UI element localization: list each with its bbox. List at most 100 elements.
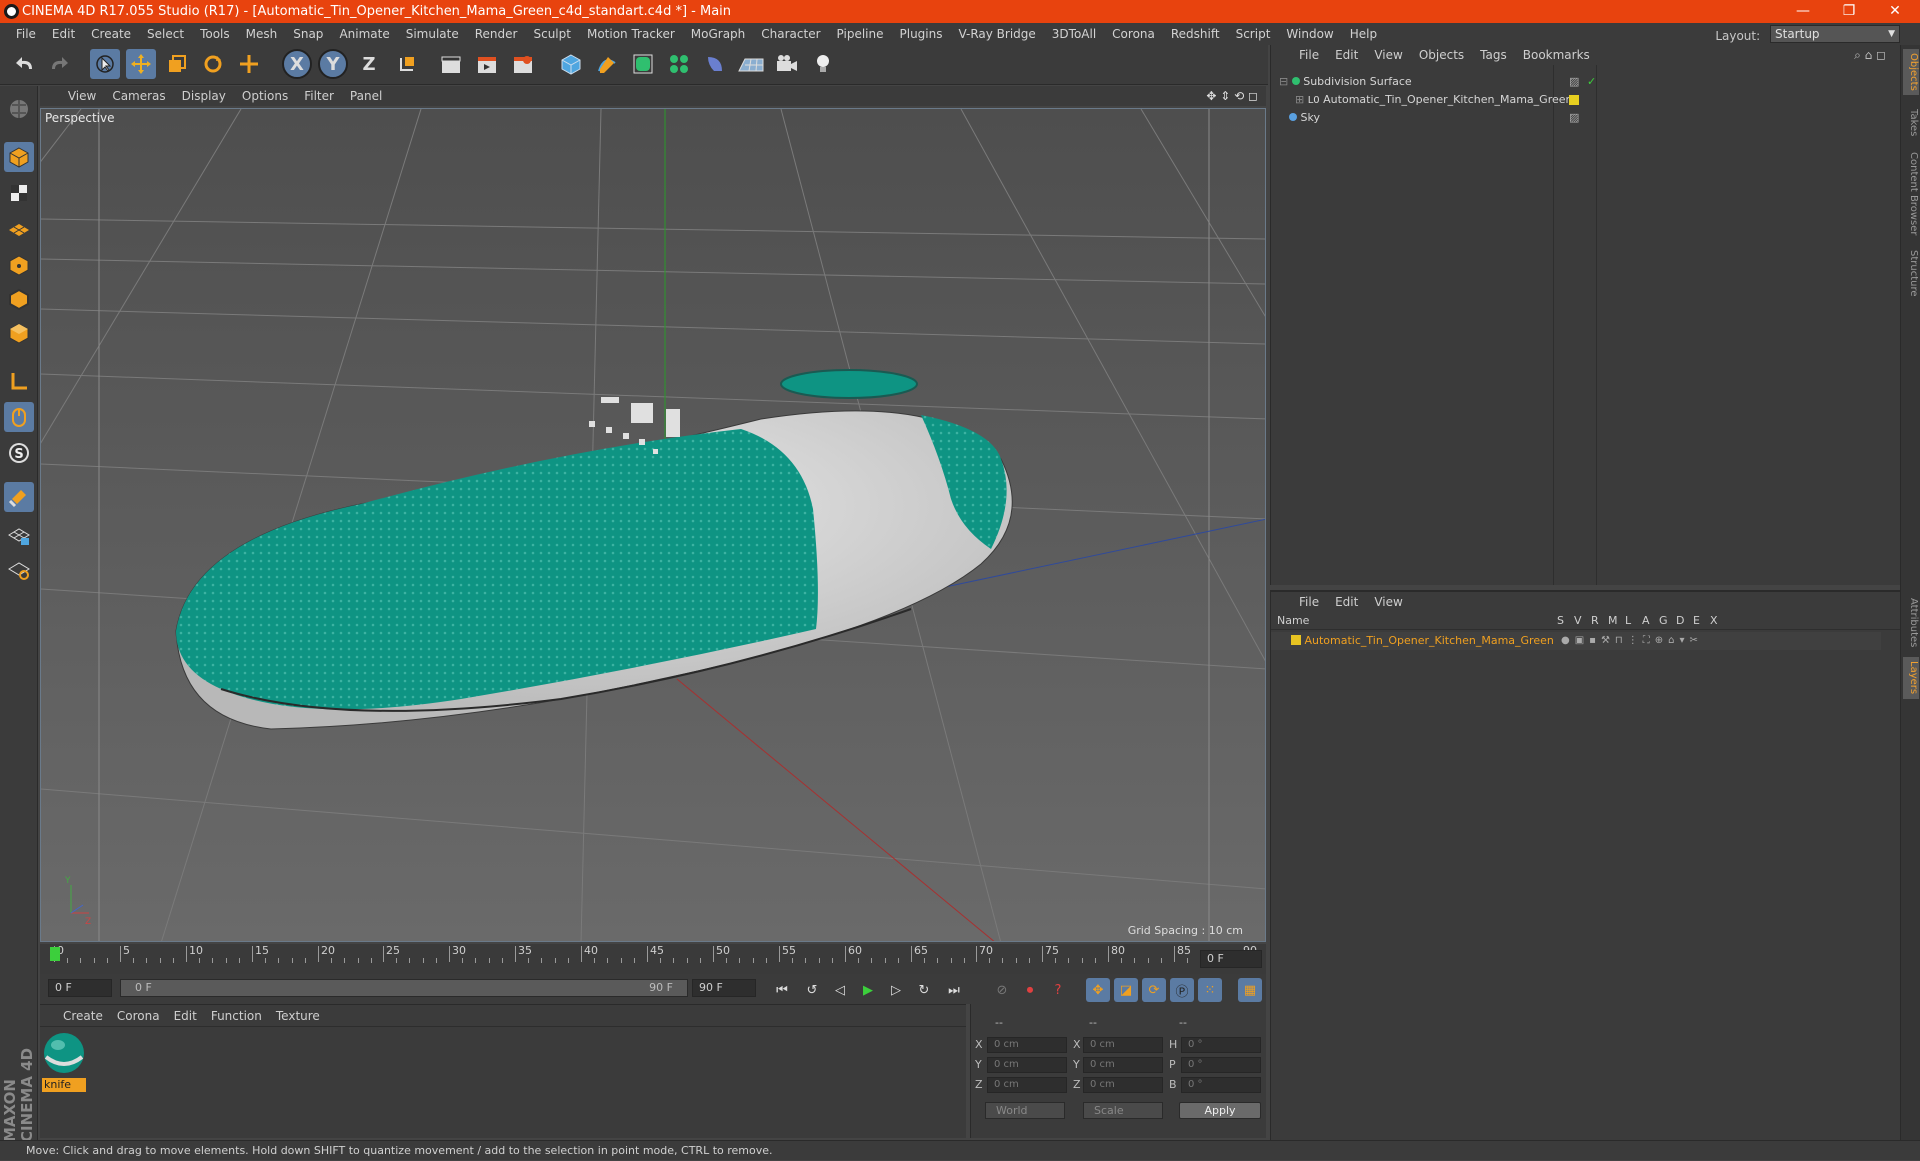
material-menu-edit[interactable]: Edit — [167, 1005, 204, 1027]
menu-character[interactable]: Character — [753, 23, 828, 45]
col-render[interactable]: R — [1591, 614, 1599, 627]
layout-dropdown[interactable]: Startup ▼ — [1770, 25, 1900, 43]
playhead-marker[interactable] — [50, 947, 60, 961]
start-frame-field[interactable]: 0 F — [48, 979, 112, 997]
redo-button[interactable] — [44, 49, 74, 79]
axis-x-toggle[interactable]: X — [282, 49, 312, 79]
axis-z-toggle[interactable]: Z — [354, 49, 384, 79]
move-tool-button[interactable] — [126, 49, 156, 79]
viewport-menu-options[interactable]: Options — [234, 86, 296, 106]
locked-workplane-button[interactable] — [4, 520, 34, 550]
keyframe-selection-button[interactable]: ? — [1046, 978, 1070, 1002]
add-deformer-button[interactable] — [700, 49, 730, 79]
col-manager[interactable]: M — [1608, 614, 1618, 627]
layer-row[interactable]: Automatic_Tin_Opener_Kitchen_Mama_Green … — [1271, 632, 1881, 650]
end-frame-field[interactable]: 90 F — [692, 979, 756, 997]
add-mograph-button[interactable] — [664, 49, 694, 79]
key-position-button[interactable]: ✥ — [1086, 978, 1110, 1002]
rotate-tool-button[interactable] — [198, 49, 228, 79]
size-z-field[interactable]: 0 cm — [1083, 1077, 1163, 1093]
viewport-menu-filter[interactable]: Filter — [296, 86, 342, 106]
col-deformers[interactable]: D — [1676, 614, 1684, 627]
col-solo[interactable]: S — [1557, 614, 1564, 627]
add-environment-button[interactable] — [736, 49, 766, 79]
search-icon[interactable]: ⌕ ⌂ ◻ — [1854, 45, 1886, 65]
menu-render[interactable]: Render — [467, 23, 526, 45]
size-y-field[interactable]: 0 cm — [1083, 1057, 1163, 1073]
perspective-viewport[interactable]: Y Z Perspective Grid Spacing : 10 cm — [40, 108, 1266, 942]
menu-plugins[interactable]: Plugins — [892, 23, 951, 45]
layers-menu-file[interactable]: File — [1291, 592, 1327, 612]
menu-mograph[interactable]: MoGraph — [683, 23, 754, 45]
material-swatch[interactable]: knife — [42, 1031, 86, 1092]
add-nurbs-button[interactable] — [628, 49, 658, 79]
coordinate-system-button[interactable] — [392, 49, 422, 79]
col-animation[interactable]: A — [1642, 614, 1650, 627]
layer-color-swatch[interactable] — [1291, 635, 1301, 645]
rot-h-field[interactable]: 0 ° — [1181, 1037, 1261, 1053]
frame-range-slider[interactable]: 0 F 90 F — [120, 979, 688, 997]
key-pla-button[interactable]: ⁙ — [1198, 978, 1222, 1002]
add-cube-button[interactable] — [556, 49, 586, 79]
render-picture-viewer-button[interactable] — [472, 49, 502, 79]
viewport-menu-cameras[interactable]: Cameras — [104, 86, 173, 106]
rot-b-field[interactable]: 0 ° — [1181, 1077, 1261, 1093]
play-button[interactable]: ▶ — [856, 978, 880, 1002]
previous-key-button[interactable]: ↺ — [800, 978, 824, 1002]
points-mode-button[interactable] — [4, 250, 34, 280]
col-expressions[interactable]: E — [1693, 614, 1700, 627]
menu-window[interactable]: Window — [1278, 23, 1341, 45]
menu-edit[interactable]: Edit — [44, 23, 83, 45]
scale-tool-button[interactable] — [162, 49, 192, 79]
pos-y-field[interactable]: 0 cm — [987, 1057, 1067, 1073]
tweak-mode-button[interactable] — [4, 402, 34, 432]
tab-takes[interactable]: Takes — [1903, 103, 1919, 143]
apply-button[interactable]: Apply — [1179, 1102, 1261, 1119]
go-to-end-button[interactable]: ⏭ — [942, 978, 966, 1002]
objects-menu-bookmarks[interactable]: Bookmarks — [1515, 45, 1598, 65]
menu-file[interactable]: File — [8, 23, 44, 45]
objects-menu-tags[interactable]: Tags — [1472, 45, 1515, 65]
object-row-subdivision[interactable]: ⊟ Subdivision Surface ▨ ✓ — [1279, 73, 1889, 91]
menu-pipeline[interactable]: Pipeline — [829, 23, 892, 45]
snap-settings-button[interactable]: S — [4, 438, 34, 468]
timeline-window-button[interactable]: ▦ — [1238, 978, 1262, 1002]
key-scale-button[interactable]: ◪ — [1114, 978, 1138, 1002]
menu-help[interactable]: Help — [1342, 23, 1385, 45]
make-editable-button[interactable] — [4, 94, 34, 124]
layers-menu-edit[interactable]: Edit — [1327, 592, 1366, 612]
axis-y-toggle[interactable]: Y — [318, 49, 348, 79]
add-camera-button[interactable] — [772, 49, 802, 79]
col-locked[interactable]: L — [1625, 614, 1631, 627]
layers-menu-view[interactable]: View — [1366, 592, 1410, 612]
menu-3dtoall[interactable]: 3DToAll — [1044, 23, 1104, 45]
object-row-tin-opener[interactable]: ⊞ L0 Automatic_Tin_Opener_Kitchen_Mama_G… — [1279, 91, 1889, 109]
visibility-icon[interactable]: ▨ — [1569, 73, 1579, 91]
menu-animate[interactable]: Animate — [331, 23, 397, 45]
transform-tool-button[interactable] — [234, 49, 264, 79]
tab-layers[interactable]: Layers — [1903, 657, 1919, 699]
current-frame-field[interactable]: 0 F — [1200, 950, 1262, 968]
maximize-button[interactable]: ❐ — [1826, 0, 1872, 23]
undo-button[interactable] — [10, 49, 40, 79]
menu-script[interactable]: Script — [1228, 23, 1279, 45]
menu-tools[interactable]: Tools — [192, 23, 238, 45]
workplane-mode-button[interactable] — [4, 212, 34, 242]
coord-space-dropdown[interactable]: World — [985, 1102, 1065, 1119]
object-row-sky[interactable]: Sky ▨ — [1279, 109, 1889, 127]
viewport-menu-view[interactable]: View — [60, 86, 104, 106]
rot-p-field[interactable]: 0 ° — [1181, 1057, 1261, 1073]
col-generators[interactable]: G — [1659, 614, 1668, 627]
timeline-ruler[interactable]: 051015202530354045505560657075808590 0 F — [40, 944, 1266, 974]
material-menu-create[interactable]: Create — [56, 1005, 110, 1027]
tab-objects[interactable]: Objects — [1903, 49, 1919, 95]
key-rotation-button[interactable]: ⟳ — [1142, 978, 1166, 1002]
viewport-menu-panel[interactable]: Panel — [342, 86, 390, 106]
magnet-button[interactable] — [4, 482, 34, 512]
edges-mode-button[interactable] — [4, 284, 34, 314]
menu-vray-bridge[interactable]: V-Ray Bridge — [950, 23, 1043, 45]
size-x-field[interactable]: 0 cm — [1083, 1037, 1163, 1053]
axis-mode-button[interactable] — [4, 366, 34, 396]
viewport-nav-icons[interactable]: ✥ ⇕ ⟲ ◻ — [1206, 86, 1258, 106]
menu-redshift[interactable]: Redshift — [1163, 23, 1228, 45]
